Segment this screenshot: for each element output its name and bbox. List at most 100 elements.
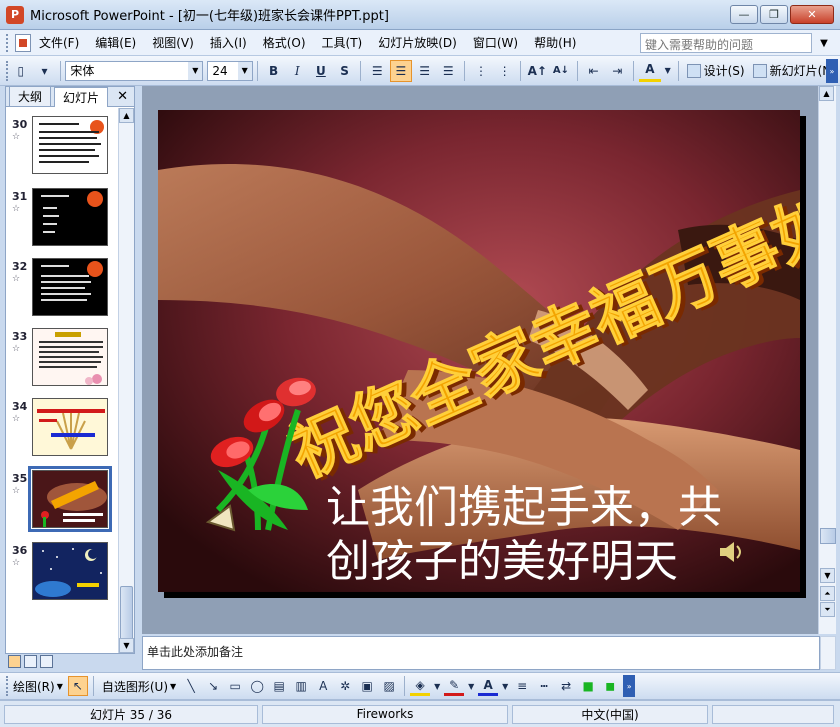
dash-style-icon[interactable]: ┅ [534, 676, 554, 696]
slide-thumbnail-34[interactable]: 34 ☆ [6, 398, 118, 468]
bulleted-list-icon[interactable]: ⋮ [494, 60, 516, 82]
menu-file[interactable]: 文件(F) [31, 34, 87, 51]
insert-picture-icon[interactable]: ▨ [379, 676, 399, 696]
shadow-button[interactable]: S [334, 60, 356, 82]
current-slide[interactable]: 祝您全家幸福万事如意 祝您全家幸福万事如意 让我们携起手来，共 创孩子的美好明天 [158, 110, 800, 592]
previous-slide-icon[interactable]: ⏶ [820, 586, 835, 601]
slide-thumbnail-30[interactable]: 30 ☆ [6, 116, 118, 186]
editor-scrollbar[interactable]: ▲ ▼ ⏶ ⏷ [818, 86, 836, 634]
decrease-font-icon[interactable]: A↓ [550, 60, 572, 82]
fill-color-icon[interactable]: ◈ [410, 676, 431, 696]
oval-tool-icon[interactable]: ◯ [247, 676, 267, 696]
align-center-icon[interactable]: ☰ [390, 59, 412, 82]
shadow-style-icon[interactable]: ■ [578, 676, 598, 696]
slide-sorter-view-icon[interactable] [24, 655, 37, 668]
arrow-tool-icon[interactable]: ↘ [203, 676, 223, 696]
design-button[interactable]: 设计(S) [683, 62, 749, 79]
slideshow-view-icon[interactable] [40, 655, 53, 668]
view-buttons [8, 655, 53, 669]
menu-edit[interactable]: 编辑(E) [87, 34, 144, 51]
close-button[interactable]: ✕ [790, 5, 834, 24]
numbered-list-icon[interactable]: ⋮ [470, 60, 492, 82]
design-icon [686, 63, 701, 78]
italic-button[interactable]: I [286, 60, 308, 82]
next-slide-icon[interactable]: ⏷ [820, 602, 835, 617]
arrow-style-icon[interactable]: ⇄ [556, 676, 576, 696]
slide-preview [32, 328, 108, 386]
menu-grip[interactable] [6, 33, 9, 52]
line-color-icon[interactable]: ✎ [444, 676, 465, 696]
panel-scrollbar[interactable]: ▲ ▼ [118, 108, 134, 653]
line-tool-icon[interactable]: ╲ [181, 676, 201, 696]
rectangle-tool-icon[interactable]: ▭ [225, 676, 245, 696]
drawing-toolbar: 绘图(R) ▼ ↖ 自选图形(U) ▼ ╲ ↘ ▭ ◯ ▤ ▥ A ✲ ▣ ▨ … [0, 672, 840, 700]
align-right-icon[interactable]: ☰ [414, 60, 436, 82]
slide-thumbnail-32[interactable]: 32 ☆ [6, 258, 118, 328]
slide-thumbnail-33[interactable]: 33 ☆ [6, 328, 118, 398]
notes-field[interactable]: 单击此处添加备注 [142, 636, 820, 670]
diagram-icon[interactable]: ✲ [335, 676, 355, 696]
toolbar-overflow-icon[interactable]: » [623, 675, 636, 697]
notes-scrollbar[interactable] [820, 636, 836, 670]
toolbar-overflow-icon[interactable]: » [826, 59, 838, 83]
decrease-indent-icon[interactable]: ⇤ [583, 60, 605, 82]
font-size-select[interactable]: 24 ▼ [207, 60, 253, 81]
chevron-down-icon[interactable]: ▼ [663, 60, 673, 82]
3d-style-icon[interactable]: ◼ [600, 676, 620, 696]
chevron-down-icon[interactable]: ▼ [466, 676, 476, 696]
powerpoint-app-icon[interactable]: P [6, 5, 24, 24]
scroll-down-icon[interactable]: ▼ [119, 638, 134, 653]
slide-thumbnail-36[interactable]: 36 ☆ [6, 542, 118, 612]
menu-view[interactable]: 视图(V) [144, 34, 202, 51]
menu-window[interactable]: 窗口(W) [465, 34, 526, 51]
scroll-thumb[interactable] [120, 586, 133, 642]
toolbar-options-icon[interactable]: ▾ [34, 60, 56, 82]
select-pointer-icon[interactable]: ↖ [67, 676, 88, 696]
help-search-input[interactable]: 键入需要帮助的问题 [640, 33, 812, 53]
chevron-down-icon[interactable]: ▼ [237, 61, 252, 80]
increase-indent-icon[interactable]: ⇥ [606, 60, 628, 82]
scroll-down-icon[interactable]: ▼ [820, 568, 835, 583]
clipart-icon[interactable]: ▣ [357, 676, 377, 696]
help-dropdown-icon[interactable]: ▼ [816, 33, 832, 53]
formatting-toolbar: ▯ ▾ 宋体 ▼ 24 ▼ B I U S ☰ ☰ ☰ ☰ ⋮ ⋮ A↑ A↓ … [0, 56, 840, 86]
draw-menu-button[interactable]: 绘图(R) ▼ [9, 678, 67, 695]
wordart-icon[interactable]: A [313, 676, 333, 696]
bold-button[interactable]: B [263, 60, 285, 82]
toolbar-grip[interactable] [6, 60, 9, 81]
chevron-down-icon[interactable]: ▼ [500, 676, 510, 696]
tab-slides[interactable]: 幻灯片 [54, 87, 109, 107]
new-document-icon[interactable]: ▯ [10, 60, 32, 82]
minimize-button[interactable]: — [730, 5, 758, 24]
increase-font-icon[interactable]: A↑ [526, 60, 548, 82]
menu-tools[interactable]: 工具(T) [314, 34, 371, 51]
scroll-thumb[interactable] [820, 528, 836, 544]
vertical-textbox-icon[interactable]: ▥ [291, 676, 311, 696]
font-color-icon[interactable]: A [639, 60, 661, 82]
chevron-down-icon[interactable]: ▼ [432, 676, 442, 696]
tab-outline[interactable]: 大纲 [9, 86, 52, 106]
close-icon[interactable]: ✕ [117, 89, 128, 104]
align-left-icon[interactable]: ☰ [366, 60, 388, 82]
font-size-value: 24 [212, 63, 228, 78]
slide-position: 幻灯片 35 / 36 [4, 704, 258, 724]
autoshapes-menu-button[interactable]: 自选图形(U) ▼ [98, 678, 180, 695]
line-style-icon[interactable]: ≡ [512, 676, 532, 696]
underline-button[interactable]: U [310, 60, 332, 82]
normal-view-icon[interactable] [8, 655, 21, 668]
scroll-up-icon[interactable]: ▲ [819, 86, 834, 101]
chevron-down-icon[interactable]: ▼ [188, 61, 203, 80]
menu-slideshow[interactable]: 幻灯片放映(D) [370, 34, 465, 51]
text-color-icon[interactable]: A [478, 676, 499, 696]
scroll-up-icon[interactable]: ▲ [119, 108, 134, 123]
textbox-tool-icon[interactable]: ▤ [269, 676, 289, 696]
menu-help[interactable]: 帮助(H) [526, 34, 584, 51]
document-icon[interactable] [15, 33, 31, 52]
menu-format[interactable]: 格式(O) [255, 34, 314, 51]
restore-button[interactable]: ❐ [760, 5, 788, 24]
font-name-select[interactable]: 宋体 ▼ [65, 60, 204, 81]
align-justify-icon[interactable]: ☰ [437, 60, 459, 82]
slide-thumbnail-31[interactable]: 31 ☆ [6, 188, 118, 258]
menu-insert[interactable]: 插入(I) [202, 34, 255, 51]
slide-thumbnail-35[interactable]: 35 ☆ [6, 466, 118, 540]
